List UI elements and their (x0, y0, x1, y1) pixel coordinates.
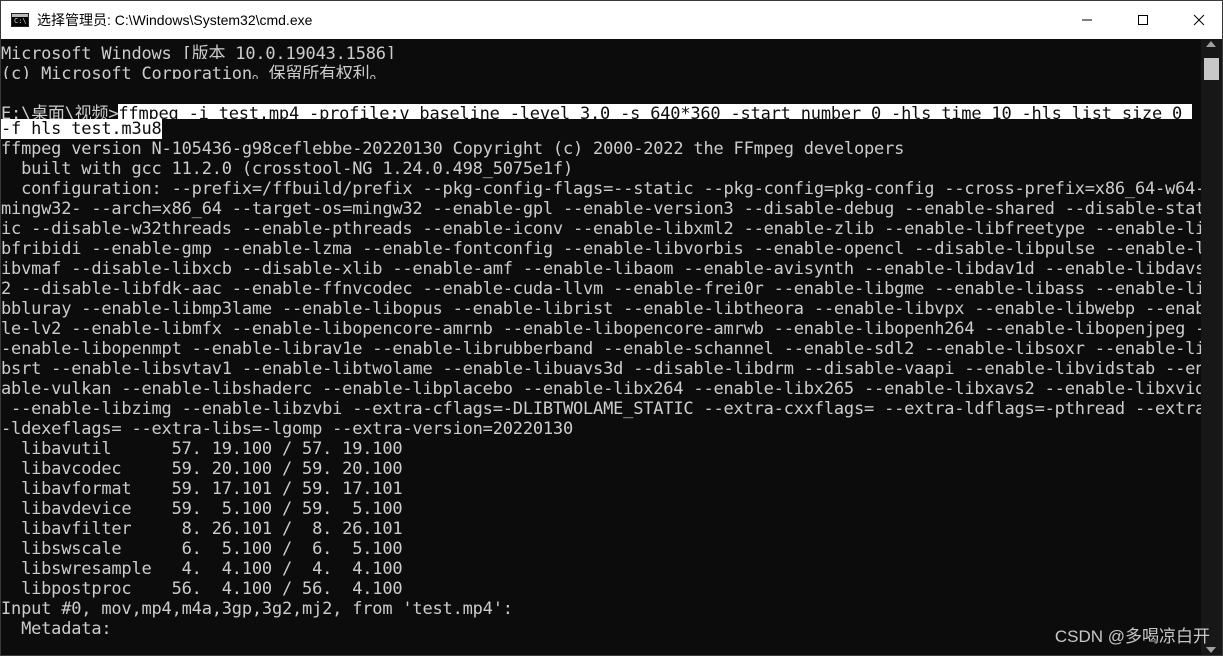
minimize-icon (1082, 19, 1092, 21)
console-line: -enable-libopenmpt --enable-librav1e --e… (1, 339, 1203, 359)
console-line: le-lv2 --enable-libmfx --enable-libopenc… (1, 319, 1203, 339)
console-line: bfribidi --enable-gmp --enable-lzma --en… (1, 239, 1203, 259)
maximize-button[interactable] (1120, 1, 1166, 39)
console-line: --enable-libzimg --enable-libzvbi --extr… (1, 399, 1203, 419)
console-line: libswresample 4. 4.100 / 4. 4.100 (1, 559, 403, 579)
scroll-up-icon[interactable] (1206, 41, 1216, 47)
console-line: Microsoft Windows [版本 10.0.19043.1586] (1, 44, 396, 59)
scroll-down-icon[interactable] (1206, 647, 1216, 653)
console-line: ic --disable-w32threads --enable-pthread… (1, 219, 1203, 239)
console-line: libavdevice 59. 5.100 / 59. 5.100 (1, 499, 403, 519)
window-controls (1054, 1, 1222, 39)
watermark: CSDN @多喝凉白开 (1054, 627, 1210, 646)
title-bar[interactable]: C:\ 选择管理员: C:\Windows\System32\cmd.exe (1, 1, 1222, 39)
console-line: mingw32- --arch=x86_64 --target-os=mingw… (1, 199, 1203, 219)
console-line: libswscale 6. 5.100 / 6. 5.100 (1, 539, 403, 559)
console-line: Metadata: (1, 619, 112, 639)
console-line: 2 --disable-libfdk-aac --enable-ffnvcode… (1, 279, 1203, 299)
console-line: ibvmaf --disable-libxcb --disable-xlib -… (1, 259, 1203, 279)
console-line: Input #0, mov,mp4,m4a,3gp,3g2,mj2, from … (1, 599, 513, 619)
console-line: configuration: --prefix=/ffbuild/prefix … (1, 179, 1203, 199)
close-button[interactable] (1176, 1, 1222, 39)
console-line: bsrt --enable-libsvtav1 --enable-libtwol… (1, 359, 1203, 379)
window-title: 选择管理员: C:\Windows\System32\cmd.exe (37, 12, 313, 28)
console-line: libavformat 59. 17.101 / 59. 17.101 (1, 479, 403, 499)
console-line: libavcodec 59. 20.100 / 59. 20.100 (1, 459, 403, 479)
console-line: (c) Microsoft Corporation。保留所有权利。 (1, 64, 387, 79)
cmd-icon[interactable]: C:\ (11, 13, 29, 27)
command-line-continued: -f hls test.m3u8 (1, 119, 1203, 139)
selected-command-tail: -f hls test.m3u8 (1, 119, 162, 139)
maximize-icon (1138, 15, 1148, 25)
console-line: ffmpeg version N-105436-g98ceflebbe-2022… (1, 139, 905, 159)
console-line: libavutil 57. 19.100 / 57. 19.100 (1, 439, 403, 459)
console-line: libavfilter 8. 26.101 / 8. 26.101 (1, 519, 403, 539)
prompt: E:\桌面\视频> (1, 104, 119, 119)
selected-command: ffmpeg -i test.mp4 -profile:v baseline -… (118, 104, 1193, 119)
console-line: bbluray --enable-libmp3lame --enable-lib… (1, 299, 1203, 319)
console-line: -ldexeflags= --extra-libs=-lgomp --extra… (1, 419, 573, 439)
console-line: built with gcc 11.2.0 (crosstool-NG 1.24… (1, 159, 573, 179)
close-icon (1193, 14, 1205, 26)
minimize-button[interactable] (1064, 1, 1110, 39)
console-output[interactable]: Microsoft Windows [版本 10.0.19043.1586] (… (1, 39, 1203, 655)
command-line: E:\桌面\视频>ffmpeg -i test.mp4 -profile:v b… (1, 99, 1203, 119)
vertical-scrollbar[interactable] (1201, 39, 1222, 655)
cmd-window: C:\ 选择管理员: C:\Windows\System32\cmd.exe M… (0, 0, 1223, 656)
console-line: libpostproc 56. 4.100 / 56. 4.100 (1, 579, 403, 599)
scrollbar-thumb[interactable] (1204, 58, 1219, 80)
console-line: able-vulkan --enable-libshaderc --enable… (1, 379, 1203, 399)
